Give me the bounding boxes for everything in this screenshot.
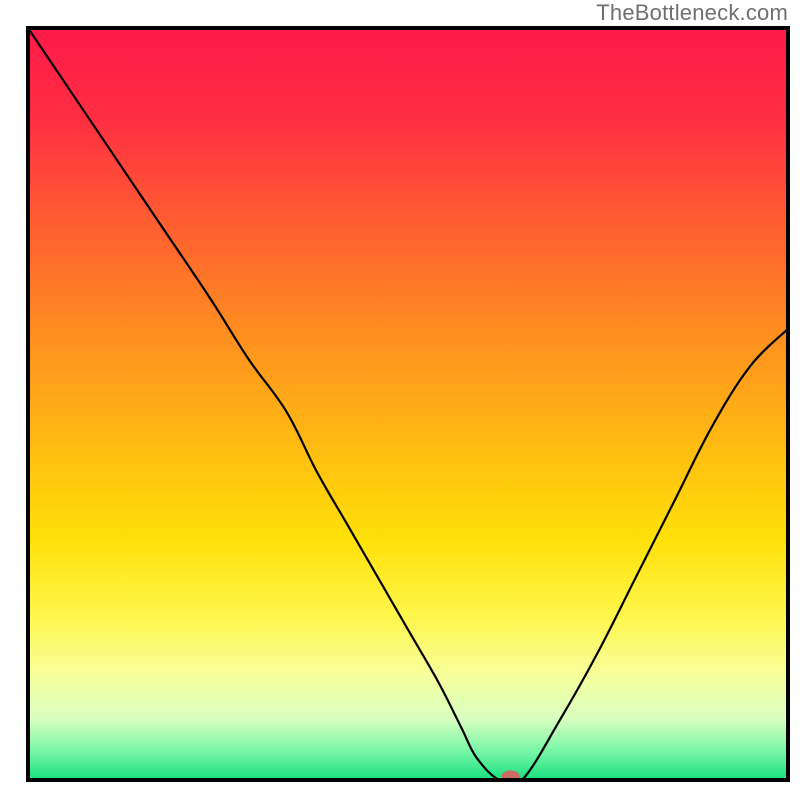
- plot-background: [28, 28, 788, 780]
- bottleneck-chart: TheBottleneck.com: [0, 0, 800, 800]
- watermark-text: TheBottleneck.com: [596, 0, 788, 26]
- plot-area: [28, 28, 788, 786]
- chart-svg: [0, 0, 800, 800]
